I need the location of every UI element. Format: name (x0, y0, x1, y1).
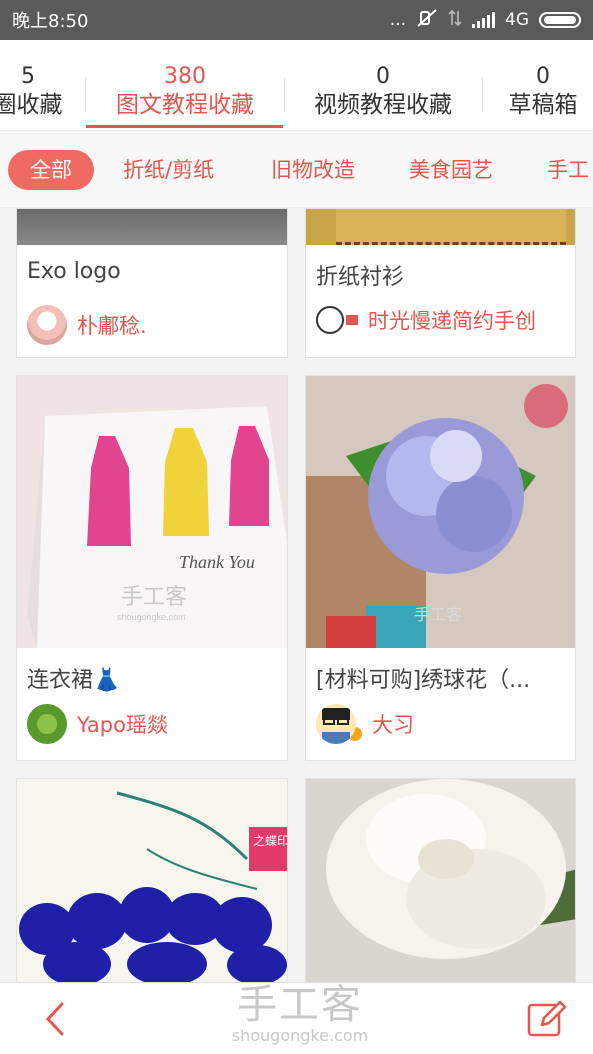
status-dots: ... (389, 10, 406, 30)
tab-count: 0 (536, 64, 550, 89)
card-image: 之蝶印变 (17, 779, 287, 983)
status-icons: ... 4G (390, 8, 581, 33)
thank-you-text: Thank You (179, 552, 255, 572)
watermark-url: shougongke.com (231, 1026, 369, 1045)
tutorial-card[interactable]: 手工客 [材料可购]绣球花（... 大习 (305, 375, 576, 761)
category-chip-food-garden[interactable]: 美食园艺 (409, 150, 493, 190)
card-author[interactable]: Yapo瑶燚 (27, 704, 168, 744)
tutorial-card[interactable]: 之蝶印变 (16, 778, 288, 983)
collection-tabs: 5 圈收藏 380 图文教程收藏 0 视频教程收藏 0 草稿箱 (0, 40, 593, 130)
network-type: 4G (505, 10, 529, 30)
battery-icon (539, 12, 581, 28)
card-image (17, 209, 287, 245)
card-author[interactable]: 时光慢递简约手创 (316, 305, 536, 335)
tab-label: 视频教程收藏 (314, 92, 452, 118)
tab-label: 图文教程收藏 (116, 92, 254, 118)
app-watermark: 手工客 shougongke.com (200, 983, 400, 1045)
card-title: 连衣裙👗 (27, 668, 121, 693)
tab-label: 圈收藏 (0, 92, 63, 118)
avatar (316, 704, 356, 744)
avatar (27, 305, 67, 345)
card-image: Thank You 手工客 shougongke.com (17, 376, 287, 648)
tab-video-collection[interactable]: 0 视频教程收藏 (298, 64, 468, 120)
author-name: Yapo瑶燚 (77, 713, 168, 737)
active-tab-indicator (86, 125, 283, 128)
author-name: 朴鄘稔. (77, 314, 147, 338)
badge-icon (346, 315, 358, 325)
card-title: [材料可购]绣球花（... (316, 668, 531, 693)
mute-icon (416, 8, 438, 33)
tutorial-card[interactable]: Thank You 手工客 shougongke.com 连衣裙👗 Yapo瑶燚 (16, 375, 288, 761)
image-watermark: 手工客 (121, 584, 187, 609)
tab-count: 380 (164, 64, 206, 89)
tab-count: 0 (376, 64, 390, 89)
category-chip-handcraft[interactable]: 手工 (547, 150, 589, 190)
status-time: 晚上8:50 (12, 11, 89, 32)
tutorial-card[interactable]: 折纸衬衫 时光慢递简约手创 (305, 208, 576, 358)
tab-count: 5 (21, 64, 35, 89)
author-name: 大习 (372, 713, 414, 737)
status-bar: 晚上8:50 ... 4G (0, 0, 593, 40)
tab-divider (284, 78, 285, 112)
card-image (306, 779, 575, 983)
card-title: 折纸衬衫 (316, 265, 405, 290)
image-watermark: 手工客 (414, 606, 462, 624)
card-author[interactable]: 朴鄘稔. (27, 305, 147, 345)
tutorial-card[interactable] (305, 778, 576, 983)
category-chip-all[interactable]: 全部 (8, 150, 94, 190)
tab-tutorial-collection[interactable]: 380 图文教程收藏 (100, 64, 270, 120)
data-transfer-icon (448, 9, 462, 32)
image-stamp: 之蝶印变 (253, 833, 287, 848)
bottom-bar: 手工客 shougongke.com (0, 982, 593, 1054)
avatar (316, 306, 344, 334)
card-image: 手工客 (306, 376, 575, 648)
tab-circle-collection[interactable]: 5 圈收藏 (0, 64, 68, 120)
edit-icon[interactable] (526, 999, 568, 1039)
tutorial-card[interactable]: Exo logo 朴鄘稔. (16, 208, 288, 358)
image-watermark-url: shougongke.com (117, 612, 186, 622)
avatar (27, 704, 67, 744)
tab-drafts[interactable]: 0 草稿箱 (497, 64, 589, 120)
back-arrow-icon[interactable] (38, 1001, 74, 1037)
card-author[interactable]: 大习 (316, 704, 414, 744)
category-filter-bar: 全部 折纸/剪纸 旧物改造 美食园艺 手工 (0, 130, 593, 208)
card-title: Exo logo (27, 259, 121, 284)
tab-divider (85, 78, 86, 112)
signal-icon (472, 12, 495, 28)
category-chip-origami[interactable]: 折纸/剪纸 (123, 150, 214, 190)
author-name: 时光慢递简约手创 (368, 309, 536, 333)
tab-label: 草稿箱 (508, 92, 578, 118)
card-image (306, 209, 575, 245)
tab-divider (482, 78, 483, 112)
watermark-text: 手工客 (237, 982, 363, 1028)
category-chip-upcycle[interactable]: 旧物改造 (271, 150, 355, 190)
